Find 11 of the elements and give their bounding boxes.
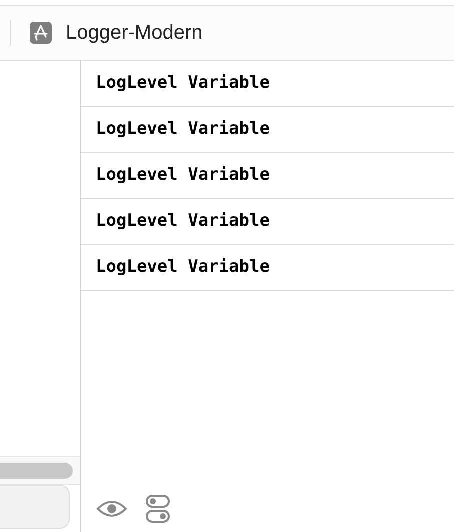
row-label: LogLevel Variable — [96, 210, 270, 233]
tab-title[interactable]: Logger-Modern — [66, 18, 203, 48]
input-field[interactable] — [0, 484, 70, 528]
row-label: LogLevel Variable — [96, 256, 270, 279]
row-label: LogLevel Variable — [96, 72, 270, 95]
row-label: LogLevel Variable — [96, 164, 270, 187]
toggle-icon[interactable] — [146, 495, 170, 523]
scrollbar[interactable] — [0, 462, 73, 478]
app-icon — [30, 22, 52, 44]
eye-icon[interactable] — [96, 499, 128, 519]
row-label: LogLevel Variable — [96, 118, 270, 141]
